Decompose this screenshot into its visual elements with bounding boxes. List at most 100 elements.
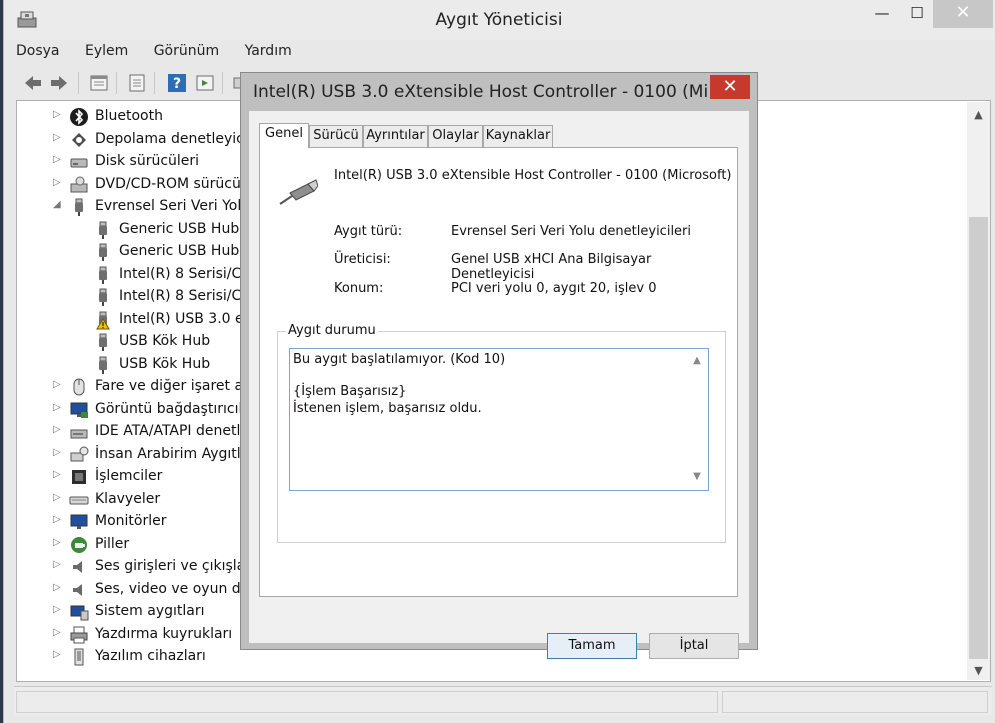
collapse-arrow-icon[interactable]: ◢	[53, 199, 63, 210]
software-device-icon	[69, 647, 89, 667]
tree-item-label: DVD/CD-ROM sürücül	[95, 175, 245, 192]
title-bar[interactable]: Aygıt Yöneticisi — ☐ ✕	[4, 0, 994, 40]
tree-item-label: Sistem aygıtları	[95, 603, 205, 619]
forward-arrow-icon[interactable]	[48, 72, 70, 94]
usb-device-icon	[279, 179, 318, 205]
properties-icon[interactable]	[88, 72, 110, 94]
expand-arrow-icon[interactable]: ▷	[53, 177, 63, 188]
expand-arrow-icon[interactable]: ▷	[53, 424, 63, 435]
usb-icon	[93, 332, 113, 352]
usb-warning-icon	[93, 310, 113, 330]
manufacturer-value: Genel USB xHCI Ana Bilgisayar Denetleyic…	[451, 252, 652, 282]
expand-arrow-icon[interactable]: ▷	[53, 627, 63, 638]
expand-arrow-icon[interactable]: ▷	[53, 582, 63, 593]
usb-icon	[69, 197, 89, 217]
properties-dialog: Intel(R) USB 3.0 eXtensible Host Control…	[240, 72, 758, 659]
tree-item-label: Yazdırma kuyrukları	[95, 625, 233, 642]
scroll-up-icon[interactable]: ▲	[689, 355, 705, 366]
scroll-thumb[interactable]	[969, 217, 988, 659]
tree-item-label: İnsan Arabirim Aygıtla	[95, 445, 250, 462]
svg-text:?: ?	[173, 76, 181, 92]
location-value: PCI veri yolu 0, aygıt 20, işlev 0	[451, 281, 657, 296]
mouse-icon	[69, 377, 89, 397]
tree-item-label: İşlemciler	[95, 468, 163, 484]
tree-item-label: Görüntü bağdaştırıcıla	[95, 400, 251, 417]
tree-item-label: Generic USB Hub	[119, 220, 240, 237]
tree-item-label: USB Kök Hub	[119, 355, 211, 372]
scroll-down-icon[interactable]: ▼	[689, 471, 705, 482]
expand-arrow-icon[interactable]: ▷	[53, 469, 63, 480]
menu-bar: Dosya Eylem Görünüm Yardım	[14, 42, 311, 64]
expand-arrow-icon[interactable]: ▷	[53, 379, 63, 390]
toolbar-separator	[78, 72, 79, 94]
expand-arrow-icon[interactable]: ▷	[53, 109, 63, 120]
expand-arrow-icon[interactable]: ▷	[53, 604, 63, 615]
expand-arrow-icon[interactable]: ▷	[53, 514, 63, 525]
tab-details[interactable]: Ayrıntılar	[363, 125, 428, 147]
expand-arrow-icon[interactable]: ▷	[53, 537, 63, 548]
tab-driver[interactable]: Sürücü	[309, 125, 363, 147]
menu-view[interactable]: Görünüm	[152, 42, 221, 60]
ok-button[interactable]: Tamam	[547, 633, 637, 659]
maximize-button[interactable]: ☐	[902, 0, 932, 28]
dialog-title: Intel(R) USB 3.0 eXtensible Host Control…	[253, 82, 708, 102]
location-label: Konum:	[334, 281, 384, 296]
device-type-value: Evrensel Seri Veri Yolu denetleyicileri	[451, 224, 692, 239]
system-icon	[69, 602, 89, 622]
expand-arrow-icon[interactable]: ▷	[53, 447, 63, 458]
tab-resources[interactable]: Kaynaklar	[483, 125, 553, 147]
usb-icon	[93, 265, 113, 285]
scroll-up-icon[interactable]: ▲	[967, 108, 990, 126]
tab-general[interactable]: Genel	[259, 123, 309, 148]
tree-item-label: Intel(R) 8 Serisi/C22	[119, 288, 260, 304]
menu-action[interactable]: Eylem	[83, 42, 130, 60]
expand-arrow-icon[interactable]: ▷	[53, 154, 63, 165]
processor-icon	[69, 467, 89, 487]
status-bar	[14, 686, 992, 715]
tab-events[interactable]: Olaylar	[428, 125, 483, 147]
tree-item-label: Depolama denetleyicil	[95, 130, 252, 147]
dialog-body: Genel Sürücü Ayrıntılar Olaylar Kaynakla…	[249, 111, 749, 659]
cancel-button[interactable]: İptal	[649, 633, 739, 659]
expand-arrow-icon[interactable]: ▷	[53, 559, 63, 570]
device-type-label: Aygıt türü:	[334, 224, 403, 239]
expand-arrow-icon[interactable]: ▷	[53, 402, 63, 413]
help-icon[interactable]: ?	[166, 72, 188, 94]
back-arrow-icon[interactable]	[22, 72, 44, 94]
toolbar-separator	[222, 72, 223, 94]
hid-icon	[69, 445, 89, 465]
expand-arrow-icon[interactable]: ▷	[53, 492, 63, 503]
tree-item-label: Bluetooth	[95, 108, 163, 124]
scroll-down-icon[interactable]: ▼	[967, 664, 990, 681]
tree-item-label: Monitörler	[95, 513, 167, 529]
menu-file[interactable]: Dosya	[14, 42, 62, 60]
device-status-textbox[interactable]: Bu aygıt başlatılamıyor. (Kod 10) {İşlem…	[289, 348, 709, 491]
toolbar-separator	[116, 72, 117, 94]
device-status-title: Aygıt durumu	[286, 323, 378, 338]
tree-item-label: Evrensel Seri Veri Yolu	[95, 198, 251, 214]
minimize-button[interactable]: —	[862, 0, 902, 28]
status-cell	[16, 691, 718, 713]
tree-item-label: Disk sürücüleri	[95, 153, 200, 169]
status-line: İstenen işlem, başarısız oldu.	[293, 401, 482, 416]
vertical-scrollbar[interactable]: ▲ ▼	[967, 102, 990, 680]
menu-help[interactable]: Yardım	[243, 42, 294, 60]
tree-item-label: Klavyeler	[95, 490, 161, 507]
tree-item-label: USB Kök Hub	[119, 333, 211, 349]
monitor-icon	[69, 512, 89, 532]
battery-icon	[69, 535, 89, 555]
tree-item-label: Intel(R) USB 3.0 eXt	[119, 310, 259, 327]
run-icon[interactable]	[194, 72, 216, 94]
dialog-close-button[interactable]: ✕	[710, 75, 750, 99]
expand-arrow-icon[interactable]: ▷	[53, 132, 63, 143]
window-title: Aygıt Yöneticisi	[435, 10, 563, 30]
usb-icon	[93, 220, 113, 240]
show-hide-icon[interactable]	[126, 72, 148, 94]
storage-icon	[69, 130, 89, 150]
expand-arrow-icon[interactable]: ▷	[53, 649, 63, 660]
tree-item-label: Intel(R) 8 Serisi/C22	[119, 265, 260, 282]
printer-icon	[69, 625, 89, 645]
close-button[interactable]: ✕	[933, 0, 993, 28]
ide-icon	[69, 422, 89, 442]
usb-icon	[93, 355, 113, 375]
